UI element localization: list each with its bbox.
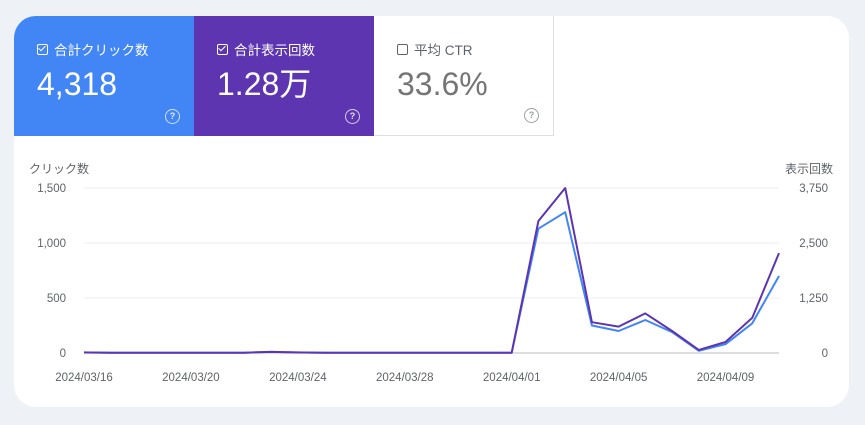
x-tick-label: 2024/04/01 <box>483 372 541 384</box>
right-tick-label: 0 <box>822 348 828 360</box>
x-tick-label: 2024/03/24 <box>269 372 327 384</box>
right-axis-title: 表示回数 <box>785 161 833 176</box>
left-tick-label: 500 <box>47 293 66 305</box>
left-tick-label: 1,500 <box>37 183 66 195</box>
right-tick-label: 1,250 <box>799 293 828 305</box>
x-tick-label: 2024/03/20 <box>162 372 220 384</box>
impressions-series-line <box>83 187 780 354</box>
performance-chart: クリック数 表示回数 1,500 1,000 500 0 3,750 2,500 1,25… <box>29 161 833 384</box>
right-tick-label: 2,500 <box>799 238 828 250</box>
x-tick-label: 2024/03/16 <box>55 372 113 384</box>
x-tick-label: 2024/04/05 <box>590 372 648 384</box>
performance-card: 合計クリック数 4,318 ? 合計表示回数 1.28万 ? 平均 CTR 33… <box>14 16 849 407</box>
left-axis-title: クリック数 <box>29 161 89 176</box>
left-tick-label: 1,000 <box>37 238 66 250</box>
left-tick-label: 0 <box>60 348 66 360</box>
right-tick-label: 3,750 <box>799 183 828 195</box>
x-tick-label: 2024/03/28 <box>376 372 434 384</box>
x-tick-label: 2024/04/09 <box>697 372 755 384</box>
